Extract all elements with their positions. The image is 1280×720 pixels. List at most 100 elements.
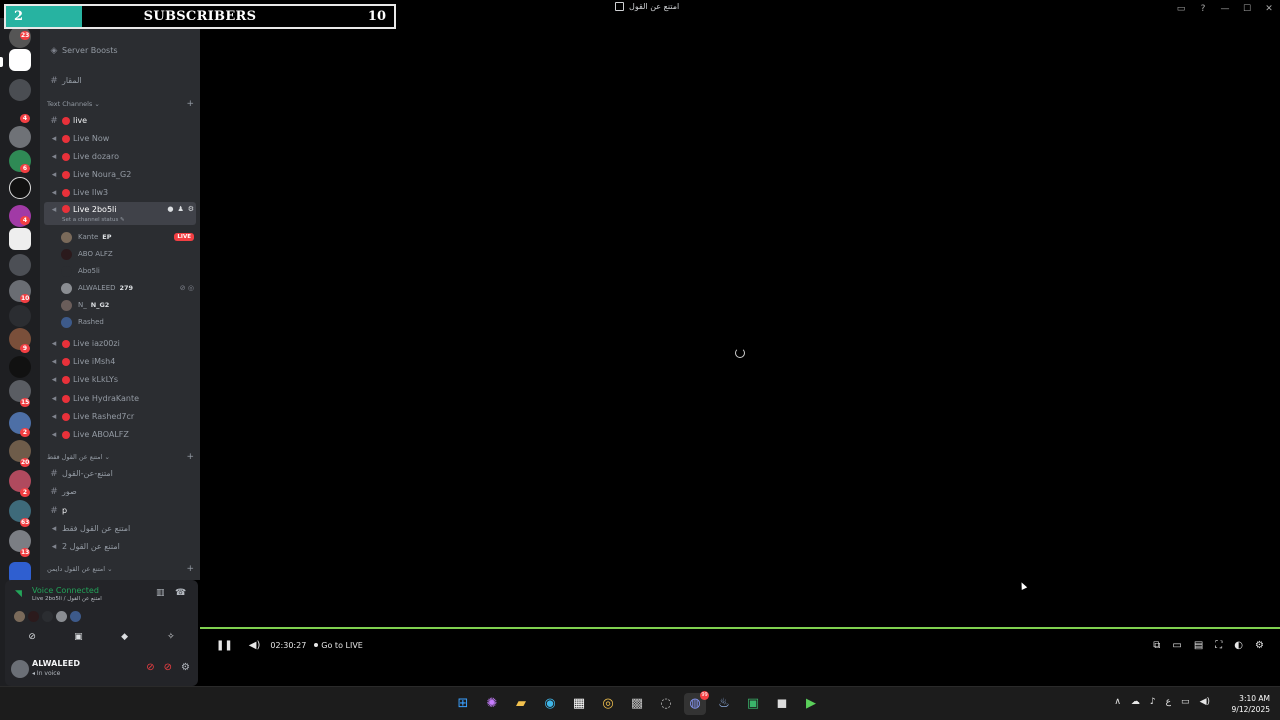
pause-icon[interactable]: ❚❚	[216, 640, 233, 651]
steam-icon[interactable]: ♨	[713, 693, 735, 715]
gear-icon[interactable]: ⚙	[181, 662, 190, 673]
channel-status[interactable]: Set a channel status ✎	[62, 217, 125, 223]
add-channel-icon[interactable]: +	[186, 452, 194, 462]
user-panel: ALWALEED ◂ In voice ⊘ ⊘ ⚙	[5, 654, 198, 686]
invite-icon[interactable]: ♟	[177, 205, 183, 213]
channel-item[interactable]: # امتنع-عن-القول	[44, 465, 196, 482]
close-button[interactable]: ✕	[1258, 0, 1280, 18]
soundboard-icon[interactable]: ✧	[151, 629, 191, 645]
discord-icon[interactable]: ◍ 99	[684, 691, 709, 715]
live-badge[interactable]: LIVE	[174, 233, 194, 241]
go-to-live-button[interactable]: Go to LIVE	[314, 641, 363, 650]
voice-connected-subtitle[interactable]: Live 2bo5li / امتنع عن القول	[32, 596, 102, 602]
minimize-button[interactable]: —	[1214, 0, 1236, 18]
gear-icon[interactable]: ⚙	[1255, 640, 1264, 651]
volume-icon[interactable]: ◀)	[249, 640, 261, 651]
add-channel-icon[interactable]: +	[186, 99, 194, 109]
activity-icon[interactable]: ◆	[105, 629, 145, 645]
theater-icon[interactable]: ▭	[1172, 640, 1181, 651]
live-dot-icon	[62, 357, 70, 366]
voice-user[interactable]: Abo5li	[61, 263, 194, 279]
voice-channel-item[interactable]: ◂ Live Noura_G2	[44, 166, 196, 183]
voice-channel-item[interactable]: ◂ Live Ilw3	[44, 184, 196, 201]
chevron-up-icon[interactable]: ∧	[1114, 697, 1121, 707]
voice-user[interactable]: Kante EP LIVE	[61, 229, 194, 245]
camera-off-icon[interactable]: ⊘	[12, 629, 52, 645]
avatar[interactable]	[56, 611, 67, 622]
channel-item[interactable]: # صور	[44, 483, 196, 500]
app-icon[interactable]: ◌	[655, 693, 677, 715]
server-boosts-item[interactable]: ◈ Server Boosts	[44, 42, 196, 59]
avatar[interactable]	[70, 611, 81, 622]
channel-item[interactable]: # المقار	[44, 72, 196, 89]
disconnect-icon[interactable]: ☎	[175, 588, 186, 598]
category-text-channels[interactable]: Text Channels ⌄ +	[47, 98, 194, 110]
voice-user[interactable]: ABO ALFZ	[61, 246, 194, 262]
signal-icon[interactable]: ◥	[15, 589, 22, 599]
screen-share-icon[interactable]: ▣	[58, 629, 98, 645]
copilot-icon[interactable]: ✺	[481, 693, 503, 715]
server-icon[interactable]	[9, 177, 31, 199]
voice-channel-item[interactable]: ◂ Live HydraKante	[44, 390, 196, 407]
avatar[interactable]	[28, 611, 39, 622]
user-avatar[interactable]	[11, 660, 29, 678]
category-3[interactable]: امتنع عن القول دايمن ⌄ +	[47, 563, 194, 575]
network-icon[interactable]: ▭	[1181, 697, 1190, 707]
mic-muted-icon[interactable]: ⊘	[146, 662, 154, 673]
pop-out-icon[interactable]: ⧉	[1153, 640, 1160, 651]
category-2[interactable]: امتنع عن القول فقط ⌄ +	[47, 451, 194, 463]
channel-name: Live iMsh4	[73, 357, 116, 366]
language-indicator[interactable]: ع	[1166, 697, 1171, 707]
channel-item[interactable]: # p	[44, 502, 196, 519]
chrome-icon[interactable]: ◎	[597, 693, 619, 715]
voice-channel-item[interactable]: ◂ امتنع عن القول 2	[44, 538, 196, 555]
fullscreen-icon[interactable]: ⛶	[1215, 640, 1222, 651]
cloud-icon[interactable]: ☁	[1131, 697, 1140, 707]
stream-viewer[interactable]: ❚❚ ◀) 02:30:27 Go to LIVE ⧉ ▭ ▤ ⛶ ◐ ⚙	[200, 18, 1280, 686]
server-icon[interactable]	[9, 49, 31, 71]
windows-start-icon[interactable]: ⊞	[452, 693, 474, 715]
voice-user[interactable]: ALWALEED 279 ⊘ ◎	[61, 280, 194, 296]
game-icon[interactable]: ◼	[771, 693, 793, 715]
edge-icon[interactable]: ◉	[539, 693, 561, 715]
voice-user[interactable]: Rashed	[61, 314, 194, 330]
gear-icon[interactable]: ⚙	[188, 205, 194, 213]
voice-channel-item[interactable]: ◂ Live kLkLYs	[44, 371, 196, 388]
stream-progress-bar[interactable]	[200, 627, 1280, 629]
voice-user[interactable]: N_ N_G2	[61, 297, 194, 313]
server-icon[interactable]	[9, 356, 31, 378]
calculator-icon[interactable]: ▩	[626, 693, 648, 715]
noise-suppression-icon[interactable]: ▥	[156, 588, 165, 598]
channel-item[interactable]: # live	[44, 112, 196, 129]
quality-icon[interactable]: ◐	[1234, 640, 1243, 651]
taskbar-clock[interactable]: 3:10 AM 9/12/2025	[1232, 693, 1270, 715]
server-icon[interactable]	[9, 126, 31, 148]
voice-channel-item[interactable]: ◂ Live iMsh4	[44, 353, 196, 370]
voice-channel-item[interactable]: ◂ Live ABOALFZ	[44, 426, 196, 443]
server-icon[interactable]	[9, 79, 31, 101]
file-explorer-icon[interactable]: ▰	[510, 693, 532, 715]
voice-channel-item[interactable]: ◂ Live Rashed7cr	[44, 408, 196, 425]
avatar[interactable]	[42, 611, 53, 622]
server-icon[interactable]	[9, 254, 31, 276]
voice-channel-item[interactable]: ◂ Live Now	[44, 130, 196, 147]
play-icon[interactable]: ▶	[800, 693, 822, 715]
voice-channel-item[interactable]: ◂ Live iaz00zi	[44, 335, 196, 352]
terminal-icon[interactable]: ▣	[742, 693, 764, 715]
layout-icon[interactable]: ▤	[1194, 640, 1203, 651]
server-icon[interactable]	[9, 305, 31, 327]
microphone-icon[interactable]: ♪	[1150, 697, 1156, 707]
server-icon[interactable]	[9, 228, 31, 250]
store-icon[interactable]: ▦	[568, 693, 590, 715]
voice-channel-item[interactable]: ◂ امتنع عن القول فقط	[44, 520, 196, 537]
inbox-icon[interactable]: ▭	[1170, 0, 1192, 18]
avatar[interactable]	[14, 611, 25, 622]
voice-channel-item[interactable]: ◂ Live dozaro	[44, 148, 196, 165]
speaker-icon[interactable]: ◀)	[1200, 697, 1210, 707]
user-name[interactable]: ALWALEED	[32, 659, 80, 668]
maximize-button[interactable]: ☐	[1236, 0, 1258, 18]
help-icon[interactable]: ?	[1192, 0, 1214, 18]
headphones-deafened-icon[interactable]: ⊘	[164, 662, 172, 673]
add-channel-icon[interactable]: +	[186, 564, 194, 574]
chat-icon[interactable]: ●	[167, 205, 173, 213]
